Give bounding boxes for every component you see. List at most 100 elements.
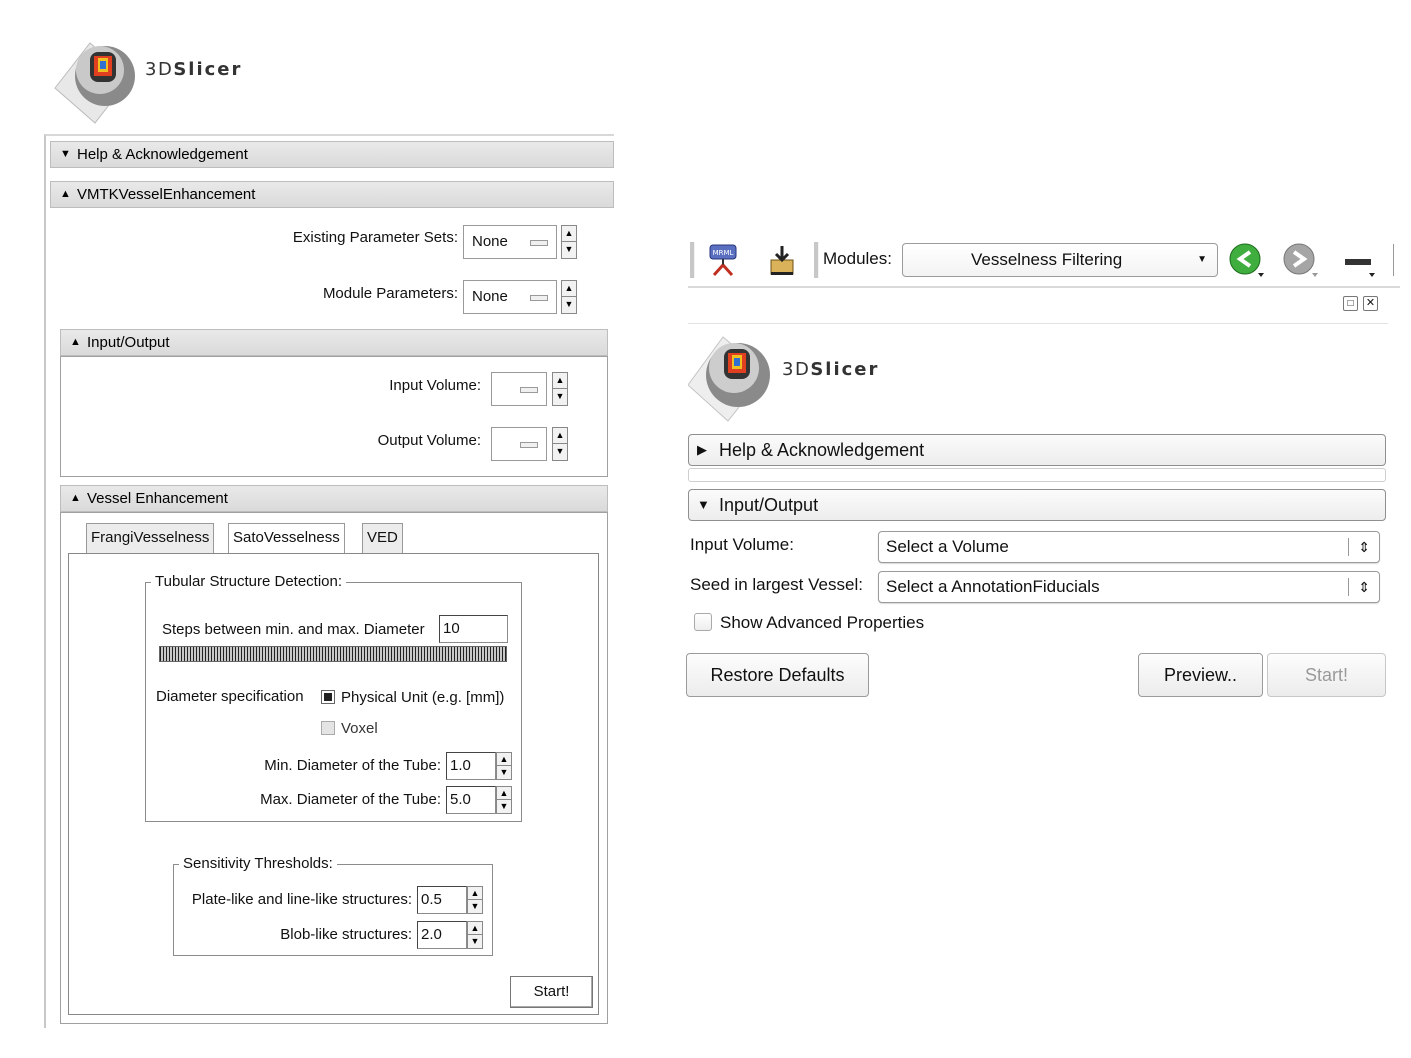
preview-button[interactable]: Preview.. [1138, 653, 1263, 697]
section-module-label: VMTKVesselEnhancement [77, 186, 256, 203]
sensitivity-legend: Sensitivity Thresholds: [179, 855, 337, 872]
blob-like-spinner[interactable]: ▲ ▼ [467, 921, 483, 949]
tab-label: FrangiVesselness [91, 529, 210, 546]
slicer-logo-icon [54, 42, 135, 124]
plate-like-spinner[interactable]: ▲ ▼ [467, 886, 483, 914]
down-arrow-icon[interactable]: ▼ [497, 766, 511, 779]
restore-defaults-button[interactable]: Restore Defaults [686, 653, 869, 697]
down-arrow-icon[interactable]: ▼ [553, 389, 567, 405]
menu-bar-icon [520, 442, 538, 448]
blob-like-input[interactable]: 2.0 [417, 921, 467, 949]
show-advanced-checkbox[interactable] [694, 613, 712, 631]
tab-ved[interactable]: VED [362, 523, 403, 553]
steps-slider[interactable] [159, 646, 507, 662]
section-input-output[interactable]: ▲ Input/Output [60, 329, 608, 356]
plate-like-input[interactable]: 0.5 [417, 886, 467, 914]
expand-arrow-icon: ▲ [70, 492, 81, 504]
module-parameters-menu[interactable]: None [463, 280, 557, 314]
physical-unit-label: Physical Unit (e.g. [mm]) [341, 689, 505, 706]
steps-input[interactable]: 10 [439, 615, 508, 643]
steps-value: 10 [443, 620, 460, 637]
section-input-output[interactable]: ▼ Input/Output [688, 489, 1386, 521]
toolbar-overflow-edge [1393, 244, 1396, 276]
slicer-logo: 3DSlicer [50, 28, 250, 128]
down-arrow-icon[interactable]: ▼ [562, 242, 576, 258]
slicer-logo-text: 3DSlicer [145, 59, 243, 80]
mrml-scene-icon[interactable]: MRML [706, 242, 742, 278]
seed-select[interactable]: Select a AnnotationFiducials ⇕ [878, 571, 1380, 603]
section-module[interactable]: ▲ VMTKVesselEnhancement [50, 181, 614, 208]
up-arrow-icon[interactable]: ▲ [468, 887, 482, 900]
section-help[interactable]: ▼ Help & Acknowledgement [50, 141, 614, 168]
existing-parameter-sets-label: Existing Parameter Sets: [292, 229, 458, 246]
close-icon[interactable]: ✕ [1363, 296, 1378, 311]
tab-sato-vesselness[interactable]: SatoVesselness [228, 523, 345, 553]
collapse-arrow-icon: ▼ [60, 148, 71, 160]
down-arrow-icon[interactable]: ▼ [497, 800, 511, 813]
output-volume-menu[interactable] [491, 427, 547, 461]
module-parameters-spinner[interactable]: ▲ ▼ [561, 280, 577, 314]
section-input-output-label: Input/Output [87, 334, 170, 351]
down-arrow-icon[interactable]: ▼ [468, 900, 482, 913]
start-button[interactable]: Start! [1267, 653, 1386, 697]
seed-label: Seed in largest Vessel: [690, 575, 863, 594]
tab-frangi-vesselness[interactable]: FrangiVesselness [86, 523, 215, 553]
view-icon[interactable] [1342, 242, 1378, 278]
start-button[interactable]: Start! [510, 976, 593, 1008]
section-vessel-enhancement-label: Vessel Enhancement [87, 490, 228, 507]
back-icon[interactable] [1228, 242, 1264, 278]
section-vessel-enhancement[interactable]: ▲ Vessel Enhancement [60, 485, 608, 512]
min-diameter-input[interactable]: 1.0 [446, 752, 496, 780]
input-volume-menu[interactable] [491, 372, 547, 406]
float-icon[interactable]: □ [1343, 296, 1358, 311]
input-volume-label: Input Volume: [690, 535, 794, 554]
max-diameter-spinner[interactable]: ▲ ▼ [496, 786, 512, 814]
voxel-radio[interactable] [321, 721, 335, 735]
toolbar-separator [690, 242, 695, 278]
up-down-arrows-icon: ⇕ [1358, 539, 1370, 555]
up-arrow-icon[interactable]: ▲ [497, 787, 511, 800]
section-help[interactable]: ▶ Help & Acknowledgement [688, 434, 1386, 466]
output-volume-spinner[interactable]: ▲ ▼ [552, 427, 568, 461]
modules-combobox[interactable]: Vesselness Filtering ▼ [902, 243, 1218, 277]
down-arrow-icon[interactable]: ▼ [562, 297, 576, 313]
section-input-output-label: Input/Output [719, 495, 819, 515]
expand-arrow-icon: ▲ [60, 188, 71, 200]
up-arrow-icon[interactable]: ▲ [553, 428, 567, 444]
up-arrow-icon[interactable]: ▲ [553, 373, 567, 389]
slicer-logo-icon [688, 336, 770, 422]
existing-parameter-sets-spinner[interactable]: ▲ ▼ [561, 225, 577, 259]
min-diameter-value: 1.0 [450, 757, 471, 774]
section-help-label: Help & Acknowledgement [77, 146, 248, 163]
existing-parameter-sets-menu[interactable]: None [463, 225, 557, 259]
up-down-arrows-icon: ⇕ [1358, 579, 1370, 595]
modules-value: Vesselness Filtering [971, 250, 1123, 269]
slicer-logo: 3DSlicer [688, 325, 888, 425]
tubular-structure-legend: Tubular Structure Detection: [151, 573, 347, 590]
load-data-icon[interactable] [764, 242, 800, 278]
select-separator [1348, 578, 1349, 596]
down-arrow-icon[interactable]: ▼ [468, 935, 482, 948]
dropdown-arrow-icon: ▼ [1197, 254, 1207, 265]
input-volume-label: Input Volume: [389, 377, 481, 394]
min-diameter-spinner[interactable]: ▲ ▼ [496, 752, 512, 780]
up-arrow-icon[interactable]: ▲ [497, 753, 511, 766]
output-volume-label: Output Volume: [377, 432, 481, 449]
up-arrow-icon[interactable]: ▲ [468, 922, 482, 935]
tab-label: VED [367, 529, 398, 546]
max-diameter-input[interactable]: 5.0 [446, 786, 496, 814]
forward-icon[interactable] [1282, 242, 1318, 278]
physical-unit-radio[interactable] [321, 690, 335, 704]
menu-bar-icon [520, 387, 538, 393]
slicer-logo-text: 3DSlicer [782, 359, 880, 380]
input-volume-spinner[interactable]: ▲ ▼ [552, 372, 568, 406]
show-advanced-label[interactable]: Show Advanced Properties [720, 613, 924, 633]
toolbar-separator [814, 242, 819, 278]
up-arrow-icon[interactable]: ▲ [562, 281, 576, 297]
input-volume-select[interactable]: Select a Volume ⇕ [878, 531, 1380, 563]
down-arrow-icon[interactable]: ▼ [553, 444, 567, 460]
plate-like-label: Plate-like and line-like structures: [191, 891, 412, 908]
section-help-label: Help & Acknowledgement [719, 440, 925, 460]
up-arrow-icon[interactable]: ▲ [562, 226, 576, 242]
select-separator [1348, 538, 1349, 556]
